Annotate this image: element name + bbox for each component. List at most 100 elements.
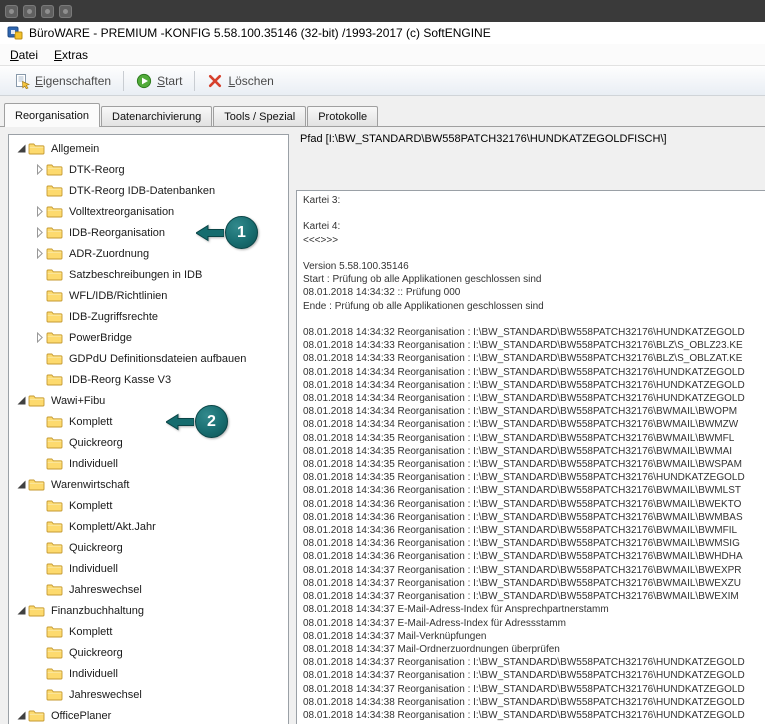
tree-item-label: DTK-Reorg IDB-Datenbanken [69, 185, 215, 197]
tree-item-quickreorg[interactable]: Quickreorg [9, 432, 288, 453]
log-line: 08.01.2018 14:34:37 Reorganisation : I:\… [303, 683, 765, 696]
tree-item-label: IDB-Reorganisation [69, 227, 165, 239]
tree-item-finanzbuchhaltung[interactable]: Finanzbuchhaltung [9, 600, 288, 621]
menu-item-datei[interactable]: Datei [2, 45, 46, 65]
folder-icon [46, 646, 65, 660]
folder-icon [28, 709, 47, 723]
tab-protokolle[interactable]: Protokolle [307, 106, 378, 126]
tree-item-powerbridge[interactable]: PowerBridge [9, 327, 288, 348]
start-button[interactable]: Start [128, 70, 190, 92]
tree-item-satzbeschreibungen-in-idb[interactable]: Satzbeschreibungen in IDB [9, 264, 288, 285]
toolbar-separator [194, 71, 195, 91]
annotation-2: 2 [166, 405, 228, 438]
tab-reorganisation[interactable]: Reorganisation [4, 103, 100, 127]
folder-icon [46, 436, 65, 450]
expander-spacer [32, 184, 46, 198]
log-line: 08.01.2018 14:34:33 Reorganisation : I:\… [303, 352, 765, 365]
tree-item-dtk-reorg[interactable]: DTK-Reorg [9, 159, 288, 180]
tree-item-label: Warenwirtschaft [51, 479, 129, 491]
tree-item-wfl-idb-richtlinien[interactable]: WFL/IDB/Richtlinien [9, 285, 288, 306]
log-line: 08.01.2018 14:34:38 Reorganisation : I:\… [303, 696, 765, 709]
loeschen-button[interactable]: Löschen [199, 70, 281, 92]
eigenschaften-button[interactable]: Eigenschaften [6, 70, 119, 92]
expander-expanded-icon[interactable] [14, 478, 28, 492]
expander-expanded-icon[interactable] [14, 709, 28, 723]
expander-collapsed-icon[interactable] [32, 247, 46, 261]
expander-expanded-icon[interactable] [14, 604, 28, 618]
log-line: Start : Prüfung ob alle Applikationen ge… [303, 273, 765, 286]
tree-item-officeplaner[interactable]: OfficePlaner [9, 705, 288, 724]
tree-item-label: Komplett [69, 626, 112, 638]
tree-item-allgemein[interactable]: Allgemein [9, 138, 288, 159]
annotation-badge-2: 2 [195, 405, 228, 438]
expander-spacer [32, 583, 46, 597]
log-line: 08.01.2018 14:34:32 :: Prüfung 000 [303, 286, 765, 299]
tree-item-dtk-reorg-idb-datenbanken[interactable]: DTK-Reorg IDB-Datenbanken [9, 180, 288, 201]
log-line: 08.01.2018 14:34:36 Reorganisation : I:\… [303, 511, 765, 524]
tree-item-komplett[interactable]: Komplett [9, 621, 288, 642]
tab-datenarchivierung[interactable]: Datenarchivierung [101, 106, 212, 126]
tree-item-label: Volltextreorganisation [69, 206, 174, 218]
log-line: 08.01.2018 14:34:34 Reorganisation : I:\… [303, 392, 765, 405]
expander-expanded-icon[interactable] [14, 142, 28, 156]
tree-item-gdpdu-definitionsdateien-aufbauen[interactable]: GDPdU Definitionsdateien aufbauen [9, 348, 288, 369]
folder-icon [46, 247, 65, 261]
tree-item-idb-reorg-kasse-v3[interactable]: IDB-Reorg Kasse V3 [9, 369, 288, 390]
log-line: 08.01.2018 14:34:37 E-Mail-Adress-Index … [303, 617, 765, 630]
expander-spacer [32, 310, 46, 324]
tree-item-label: Individuell [69, 563, 118, 575]
tab-tools-spezial[interactable]: Tools / Spezial [213, 106, 306, 126]
log-line [303, 313, 765, 326]
app-window: BüroWARE - PREMIUM -KONFIG 5.58.100.3514… [0, 0, 765, 724]
tree-item-warenwirtschaft[interactable]: Warenwirtschaft [9, 474, 288, 495]
folder-icon [46, 499, 65, 513]
expander-spacer [32, 667, 46, 681]
capture-control-icon[interactable] [23, 5, 36, 18]
capture-control-icon[interactable] [41, 5, 54, 18]
expander-collapsed-icon[interactable] [32, 205, 46, 219]
expander-collapsed-icon[interactable] [32, 163, 46, 177]
tree-item-quickreorg[interactable]: Quickreorg [9, 537, 288, 558]
log-line: 08.01.2018 14:34:35 Reorganisation : I:\… [303, 445, 765, 458]
log-line: 08.01.2018 14:34:37 Mail-Ordnerzuordnung… [303, 643, 765, 656]
window-title: BüroWARE - PREMIUM -KONFIG 5.58.100.3514… [29, 26, 491, 40]
expander-spacer [32, 562, 46, 576]
expander-collapsed-icon[interactable] [32, 226, 46, 240]
menu-item-extras[interactable]: Extras [46, 45, 96, 65]
tree-item-komplett[interactable]: Komplett [9, 495, 288, 516]
capture-control-icon[interactable] [5, 5, 18, 18]
folder-icon [28, 604, 47, 618]
tree-item-quickreorg[interactable]: Quickreorg [9, 642, 288, 663]
delete-icon [207, 73, 223, 89]
expander-spacer [32, 415, 46, 429]
log-line: 08.01.2018 14:34:36 Reorganisation : I:\… [303, 537, 765, 550]
folder-icon [46, 520, 65, 534]
tree-item-komplett[interactable]: Komplett [9, 411, 288, 432]
capture-control-icon[interactable] [59, 5, 72, 18]
folder-icon [46, 688, 65, 702]
tree-item-jahreswechsel[interactable]: Jahreswechsel [9, 579, 288, 600]
path-label: Pfad [I:\BW_STANDARD\BW558PATCH32176\HUN… [300, 133, 667, 145]
tree-item-idb-zugriffsrechte[interactable]: IDB-Zugriffsrechte [9, 306, 288, 327]
tree-item-wawi-fibu[interactable]: Wawi+Fibu [9, 390, 288, 411]
log-line: 08.01.2018 14:34:33 Reorganisation : I:\… [303, 339, 765, 352]
tree-item-individuell[interactable]: Individuell [9, 558, 288, 579]
eigenschaften-label: Eigenschaften [35, 74, 111, 88]
expander-collapsed-icon[interactable] [32, 331, 46, 345]
tree-item-individuell[interactable]: Individuell [9, 663, 288, 684]
tree-item-jahreswechsel[interactable]: Jahreswechsel [9, 684, 288, 705]
folder-icon [46, 415, 65, 429]
annotation-1: 1 [196, 216, 258, 249]
expander-spacer [32, 373, 46, 387]
expander-spacer [32, 268, 46, 282]
log-line [303, 207, 765, 220]
tree-item-label: OfficePlaner [51, 710, 111, 722]
tree-item-individuell[interactable]: Individuell [9, 453, 288, 474]
tree-item-label: Individuell [69, 668, 118, 680]
start-label: Start [157, 74, 182, 88]
protocol-log[interactable]: Kartei 3: Kartei 4:<<<>>> Version 5.58.1… [296, 190, 765, 724]
log-line: 08.01.2018 14:34:35 Reorganisation : I:\… [303, 458, 765, 471]
tree-item-label: Finanzbuchhaltung [51, 605, 144, 617]
expander-expanded-icon[interactable] [14, 394, 28, 408]
tree-item-komplett-akt-jahr[interactable]: Komplett/Akt.Jahr [9, 516, 288, 537]
